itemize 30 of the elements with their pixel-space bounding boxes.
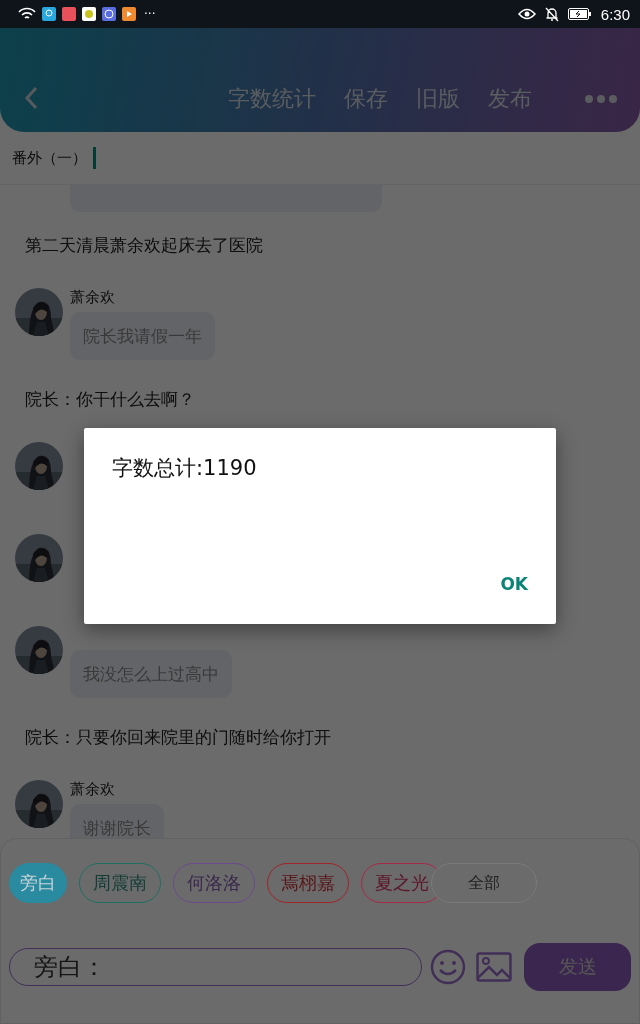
chapter-title-field[interactable]: 番外（一）	[12, 148, 87, 168]
narration-text: 第二天清晨萧余欢起床去了医院	[24, 234, 264, 257]
wifi-icon	[18, 7, 36, 21]
text-cursor	[93, 147, 96, 169]
role-chip[interactable]: 焉栩嘉	[267, 863, 349, 903]
speaker-name: 萧余欢	[70, 780, 116, 798]
app-icon	[62, 7, 76, 21]
emoji-icon[interactable]	[430, 949, 467, 985]
role-chip[interactable]: 何洛洛	[173, 863, 255, 903]
eye-icon	[517, 8, 536, 20]
app-icon	[82, 7, 96, 21]
speaker-name: 萧余欢	[70, 288, 116, 306]
image-icon[interactable]	[476, 952, 513, 982]
ok-button[interactable]: OK	[500, 574, 528, 594]
more-icon[interactable]	[584, 94, 618, 104]
app-icon	[102, 7, 116, 21]
app-icon	[42, 7, 56, 21]
role-chip[interactable]: 旁白	[9, 863, 67, 903]
all-roles-button[interactable]: 全部	[431, 863, 537, 903]
narration-text: 院长：你干什么去啊？	[24, 388, 196, 411]
clock-time: 6:30	[600, 5, 630, 23]
back-icon[interactable]	[24, 86, 38, 110]
app-icon	[122, 7, 136, 21]
dialog-message: 字数总计:1190	[112, 455, 257, 482]
narration-text: 院长：只要你回来院里的门随时给你打开	[24, 726, 332, 749]
role-chip[interactable]: 周震南	[79, 863, 161, 903]
more-notifications: ···	[144, 7, 156, 21]
battery-icon	[567, 8, 592, 20]
bell-off-icon	[544, 6, 559, 22]
message-input[interactable]: 旁白：	[9, 948, 423, 986]
